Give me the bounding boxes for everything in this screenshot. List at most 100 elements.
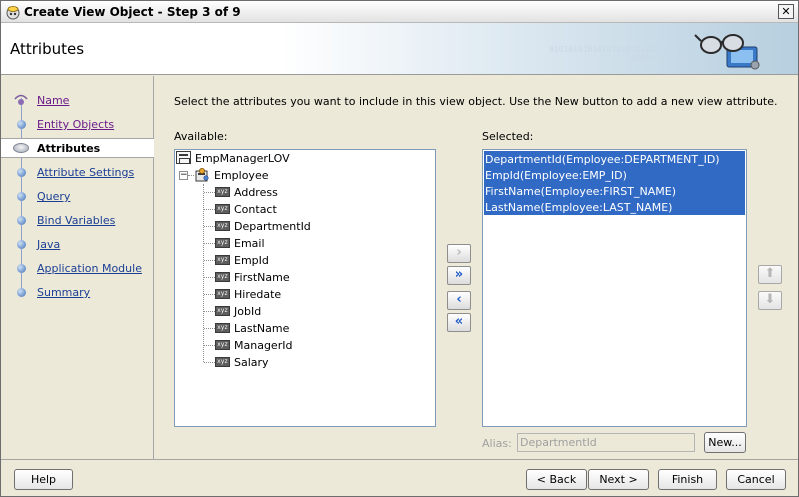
attribute-icon: xyz	[215, 204, 230, 214]
attribute-label: ManagerId	[234, 339, 293, 352]
tree-node-root[interactable]: EmpManagerLOV	[175, 150, 435, 167]
attribute-node[interactable]: xyz Salary	[175, 354, 435, 371]
new-attribute-button[interactable]: New...	[704, 432, 746, 453]
attribute-label: Contact	[234, 203, 277, 216]
nav-step-label: Entity Objects	[37, 118, 115, 131]
selected-item-label: EmpId(Employee:EMP_ID)	[485, 169, 627, 182]
remove-all-button[interactable]: «	[447, 313, 471, 332]
move-up-button[interactable]: ⬆	[758, 265, 782, 284]
attribute-icon: xyz	[215, 289, 230, 299]
step-dot-icon	[17, 168, 26, 177]
nav-step-label: Application Module	[37, 262, 142, 275]
chevron-right-icon: ›	[456, 245, 462, 260]
window-title: Create View Object - Step 3 of 9	[24, 5, 241, 19]
chevron-left-icon: ‹	[456, 292, 462, 307]
nav-step-application-module[interactable]: Application Module	[1, 259, 153, 279]
add-all-button[interactable]: »	[447, 266, 471, 285]
attribute-label: Email	[234, 237, 265, 250]
arrow-up-icon: ⬆	[764, 266, 776, 281]
wizard-window: Create View Object - Step 3 of 9 ✕ Attri…	[0, 0, 799, 497]
finish-button[interactable]: Finish	[658, 469, 717, 490]
step-dot-icon	[17, 240, 26, 249]
next-button[interactable]: Next >	[588, 469, 649, 490]
selected-item-label: LastName(Employee:LAST_NAME)	[485, 201, 673, 214]
nav-step-label: Attributes	[37, 142, 101, 155]
attribute-icon: xyz	[215, 255, 230, 265]
collapse-icon[interactable]: −	[179, 171, 188, 180]
move-down-button[interactable]: ⬇	[758, 291, 782, 310]
attribute-icon: xyz	[215, 221, 230, 231]
attribute-label: DepartmentId	[234, 220, 311, 233]
available-label: Available:	[174, 130, 228, 143]
attribute-node[interactable]: xyz LastName	[175, 320, 435, 337]
page-header: Attributes 01010101010101010101010101 01…	[1, 23, 798, 75]
attribute-node[interactable]: xyz JobId	[175, 303, 435, 320]
nav-step-java[interactable]: Java	[1, 235, 153, 255]
alias-label: Alias:	[482, 437, 512, 450]
attribute-label: EmpId	[234, 254, 269, 267]
attribute-icon: xyz	[215, 272, 230, 282]
nav-step-label: Java	[37, 238, 61, 251]
attribute-icon: xyz	[215, 306, 230, 316]
attribute-label: Salary	[234, 356, 269, 369]
binary-line-1: 01010101010101010101010101	[549, 45, 675, 54]
close-icon: ✕	[781, 5, 791, 18]
add-button[interactable]: ›	[447, 244, 471, 263]
attribute-node[interactable]: xyz FirstName	[175, 269, 435, 286]
attribute-node[interactable]: xyz EmpId	[175, 252, 435, 269]
attribute-node[interactable]: xyz Email	[175, 235, 435, 252]
selected-item[interactable]: DepartmentId(Employee:DEPARTMENT_ID)	[484, 151, 745, 167]
wizard-glasses-icon	[694, 34, 760, 70]
start-step-icon	[14, 94, 28, 105]
close-button[interactable]: ✕	[778, 4, 794, 19]
selected-item[interactable]: FirstName(Employee:FIRST_NAME)	[484, 183, 745, 199]
attribute-icon: xyz	[215, 323, 230, 333]
nav-step-attribute-settings[interactable]: Attribute Settings	[1, 163, 153, 183]
attribute-node[interactable]: xyz Address	[175, 184, 435, 201]
attribute-label: Hiredate	[234, 288, 282, 301]
nav-step-attributes[interactable]: Attributes	[1, 138, 154, 158]
view-object-icon	[176, 151, 191, 164]
attribute-node[interactable]: xyz DepartmentId	[175, 218, 435, 235]
available-tree[interactable]: EmpManagerLOV − Employee xyz Address xyz Co…	[174, 149, 436, 427]
help-button[interactable]: Help	[14, 469, 73, 490]
nav-step-label: Name	[37, 94, 70, 107]
selected-item-label: DepartmentId(Employee:DEPARTMENT_ID)	[485, 153, 720, 166]
cancel-button[interactable]: Cancel	[726, 469, 786, 490]
nav-step-query[interactable]: Query	[1, 187, 153, 207]
nav-step-label: Query	[37, 190, 71, 203]
entity-icon	[195, 168, 209, 182]
nav-step-name[interactable]: Name	[1, 91, 153, 111]
attribute-icon: xyz	[215, 238, 230, 248]
nav-step-summary[interactable]: Summary	[1, 283, 153, 303]
step-dot-icon	[17, 264, 26, 273]
tree-node-entity[interactable]: − Employee	[175, 167, 435, 184]
attribute-label: JobId	[234, 305, 262, 318]
binary-line-2: 01010101010	[631, 54, 684, 63]
remove-button[interactable]: ‹	[447, 291, 471, 310]
step-dot-icon	[17, 288, 26, 297]
attribute-node[interactable]: xyz ManagerId	[175, 337, 435, 354]
attribute-node[interactable]: xyz Contact	[175, 201, 435, 218]
attribute-icon: xyz	[215, 357, 230, 367]
selected-item[interactable]: LastName(Employee:LAST_NAME)	[484, 199, 745, 215]
nav-step-label: Summary	[37, 286, 91, 299]
attribute-icon: xyz	[215, 340, 230, 350]
double-chevron-left-icon: «	[454, 314, 464, 329]
nav-step-label: Attribute Settings	[37, 166, 135, 179]
nav-step-entity-objects[interactable]: Entity Objects	[1, 115, 153, 135]
wizard-steps-nav: Name Entity Objects Attributes Attribute…	[1, 76, 154, 459]
attribute-node[interactable]: xyz Hiredate	[175, 286, 435, 303]
attribute-label: LastName	[234, 322, 290, 335]
nav-step-bind-variables[interactable]: Bind Variables	[1, 211, 153, 231]
page-title: Attributes	[10, 40, 85, 58]
alias-input[interactable]	[517, 433, 695, 452]
app-icon	[6, 6, 20, 20]
selected-item[interactable]: EmpId(Employee:EMP_ID)	[484, 167, 745, 183]
double-chevron-right-icon: »	[454, 267, 464, 282]
attribute-label: Address	[234, 186, 278, 199]
step-dot-icon	[17, 120, 26, 129]
back-button[interactable]: < Back	[526, 469, 587, 490]
step-dot-icon	[17, 216, 26, 225]
selected-list[interactable]: DepartmentId(Employee:DEPARTMENT_ID) Emp…	[482, 149, 747, 427]
